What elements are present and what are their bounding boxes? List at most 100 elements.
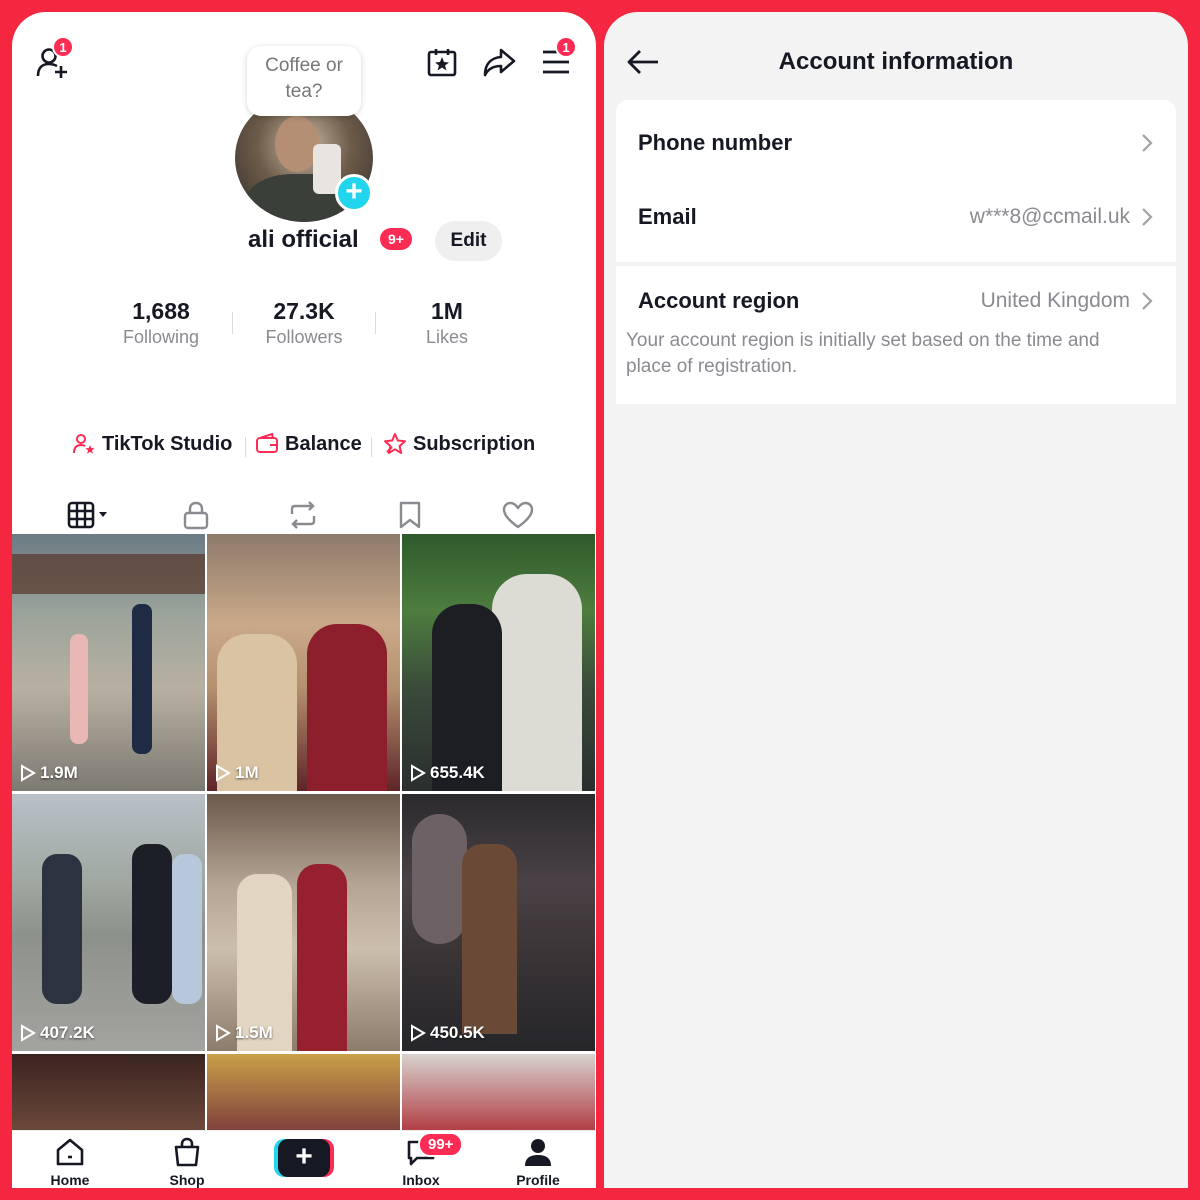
view-count-value: 407.2K [40, 1023, 95, 1042]
stat-likes[interactable]: 1M Likes [377, 298, 517, 348]
shortcut-divider [371, 437, 372, 457]
nav-shop[interactable]: Shop [142, 1137, 232, 1188]
play-icon [216, 1024, 231, 1042]
share-button[interactable] [480, 44, 518, 80]
heart-icon [502, 501, 534, 529]
view-count: 1M [215, 763, 259, 783]
shortcut-divider [245, 437, 246, 457]
view-count-value: 450.5K [430, 1023, 485, 1042]
nav-label: Home [50, 1172, 90, 1188]
nav-home[interactable]: Home [25, 1137, 115, 1188]
video-thumbnail[interactable] [402, 1054, 595, 1134]
view-count: 450.5K [410, 1023, 485, 1043]
stat-label: Following [122, 327, 200, 347]
view-count: 1.9M [20, 763, 78, 783]
repost-icon [290, 501, 316, 529]
shopping-bag-icon [174, 1137, 200, 1167]
menu-badge: 1 [555, 36, 577, 58]
balance-link[interactable]: Balance [255, 432, 362, 456]
stat-divider [375, 312, 376, 334]
tab-private[interactable] [166, 490, 226, 540]
stat-label: Likes [425, 327, 469, 347]
play-icon [21, 764, 36, 782]
stat-value: 27.3K [273, 298, 335, 324]
tab-reposts[interactable] [273, 490, 333, 540]
video-thumbnail[interactable]: 655.4K [402, 534, 595, 791]
profile-screen: 1 1 Coffee or tea? + ali official 9+ Edi… [12, 12, 596, 1188]
add-story-button[interactable]: + [335, 174, 373, 212]
play-icon [411, 764, 426, 782]
row-label: Phone number [638, 130, 793, 155]
view-count: 407.2K [20, 1023, 95, 1043]
region-description: Your account region is initially set bas… [626, 330, 1100, 377]
page-title: Account information [778, 48, 1014, 75]
shortcut-label: Balance [285, 432, 362, 455]
stat-label: Followers [265, 327, 343, 347]
nav-label: Shop [169, 1172, 205, 1188]
calendar-star-icon [427, 49, 457, 77]
stat-value: 1,688 [132, 298, 190, 324]
video-thumbnail[interactable]: 407.2K [12, 794, 205, 1051]
row-label: Email [638, 204, 697, 229]
play-icon [21, 1024, 36, 1042]
tab-liked[interactable] [488, 490, 548, 540]
profile-person-icon [525, 1139, 551, 1166]
edit-profile-button[interactable]: Edit [435, 221, 502, 261]
studio-person-star-icon [73, 434, 95, 454]
view-count-value: 655.4K [430, 763, 485, 782]
video-thumbnail[interactable]: 450.5K [402, 794, 595, 1051]
account-info-screen: Account information Phone number Email w… [604, 12, 1188, 1188]
view-count-value: 1.5M [235, 1023, 273, 1042]
chevron-right-icon [1142, 292, 1153, 310]
video-thumbnail[interactable]: 1M [207, 534, 400, 791]
email-value: w***8@ccmail.uk [969, 205, 1130, 228]
shortcut-label: TikTok Studio [102, 432, 233, 455]
plus-icon: + [278, 1139, 330, 1177]
chevron-right-icon [1142, 208, 1153, 226]
bookmark-icon [399, 501, 421, 529]
email-row[interactable]: Email w***8@ccmail.uk [638, 204, 1154, 230]
create-button[interactable]: + [274, 1139, 334, 1177]
subscription-star-icon [384, 433, 406, 454]
chevron-right-icon [1142, 134, 1153, 152]
view-count: 655.4K [410, 763, 485, 783]
play-icon [411, 1024, 426, 1042]
add-friend-badge: 1 [52, 36, 74, 58]
tab-videos[interactable] [60, 490, 120, 540]
video-thumbnail[interactable] [12, 1054, 205, 1134]
tab-saved[interactable] [380, 490, 440, 540]
subscription-link[interactable]: Subscription [383, 432, 535, 456]
view-count-value: 1.9M [40, 763, 78, 782]
video-thumbnail[interactable] [207, 1054, 400, 1134]
shortcut-label: Subscription [413, 432, 536, 455]
nav-profile[interactable]: Profile [493, 1137, 583, 1188]
wallet-icon [256, 432, 278, 453]
lock-icon [183, 501, 209, 530]
video-thumbnail[interactable]: 1.9M [12, 534, 205, 791]
calendar-button[interactable] [424, 44, 460, 80]
nav-label: Inbox [402, 1172, 440, 1188]
inbox-badge: 99+ [418, 1132, 464, 1157]
bottom-nav: Home Shop + Inbox Profile [12, 1130, 596, 1188]
tiktok-studio-link[interactable]: TikTok Studio [72, 432, 232, 456]
username: ali official [248, 226, 359, 253]
view-count: 1.5M [215, 1023, 273, 1043]
stat-following[interactable]: 1,688 Following [91, 298, 231, 348]
region-value: United Kingdom [980, 289, 1130, 312]
video-thumbnail[interactable]: 1.5M [207, 794, 400, 1051]
grid-icon [67, 501, 107, 529]
note-bubble[interactable]: Coffee or tea? [247, 46, 361, 116]
contact-card: Phone number Email w***8@ccmail.uk [616, 100, 1176, 262]
home-icon [56, 1138, 84, 1166]
account-region-row[interactable]: Account region United Kingdom [638, 288, 1154, 314]
row-label: Account region [638, 288, 800, 313]
username-badge: 9+ [380, 228, 412, 250]
share-arrow-icon [483, 48, 516, 77]
stat-followers[interactable]: 27.3K Followers [234, 298, 374, 348]
stat-divider [232, 312, 233, 334]
view-count-value: 1M [235, 763, 259, 782]
phone-number-row[interactable]: Phone number [638, 130, 1154, 156]
stat-value: 1M [431, 298, 463, 324]
nav-label: Profile [516, 1172, 560, 1188]
play-icon [216, 764, 231, 782]
